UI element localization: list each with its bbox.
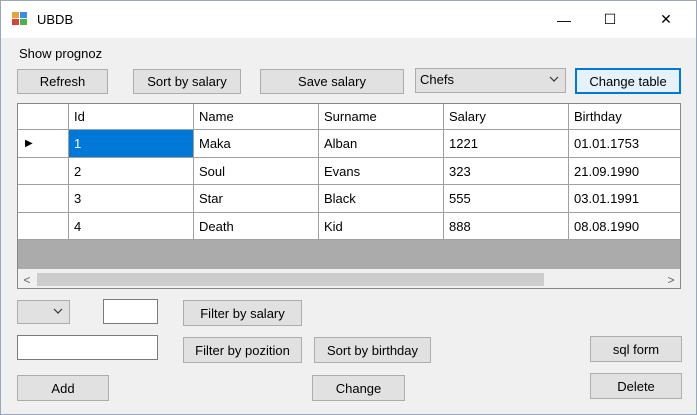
change-table-button[interactable]: Change table: [575, 68, 681, 94]
grid-corner-header: [18, 104, 69, 130]
row-header-2[interactable]: [18, 158, 69, 185]
cell-name[interactable]: Soul: [194, 158, 319, 185]
cell-id[interactable]: 2: [69, 158, 194, 185]
salary-filter-input[interactable]: [103, 299, 158, 324]
cell-name[interactable]: Death: [194, 213, 319, 240]
sql-form-button[interactable]: sql form: [590, 336, 682, 362]
cell-name[interactable]: Maka: [194, 130, 319, 158]
current-row-icon: ▶: [25, 138, 33, 149]
maximize-button[interactable]: ☐: [587, 1, 633, 38]
title-bar[interactable]: UBDB — ☐ ✕: [1, 1, 696, 38]
cell-surname[interactable]: Alban: [319, 130, 444, 158]
change-button[interactable]: Change: [312, 375, 405, 401]
scrollbar-thumb[interactable]: [37, 273, 544, 286]
pozition-filter-input[interactable]: [17, 335, 158, 360]
cell-id[interactable]: 3: [69, 185, 194, 213]
minimize-button[interactable]: —: [541, 1, 587, 38]
sort-by-birthday-button[interactable]: Sort by birthday: [314, 337, 431, 363]
column-header-surname[interactable]: Surname: [319, 104, 444, 130]
row-header-1[interactable]: ▶: [18, 130, 69, 158]
cell-surname[interactable]: Evans: [319, 158, 444, 185]
cell-id[interactable]: 1: [69, 130, 194, 158]
cell-name[interactable]: Star: [194, 185, 319, 213]
app-window: UBDB — ☐ ✕ Show prognoz Refresh Sort by …: [0, 0, 697, 415]
chevron-down-icon: [53, 308, 63, 314]
scroll-left-icon[interactable]: <: [18, 270, 36, 288]
filter-by-pozition-button[interactable]: Filter by pozition: [183, 337, 302, 363]
cell-salary[interactable]: 323: [444, 158, 569, 185]
show-prognoz-label: Show prognoz: [19, 46, 103, 61]
cell-salary[interactable]: 888: [444, 213, 569, 240]
table-select-value: Chefs: [420, 72, 454, 87]
column-header-salary[interactable]: Salary: [444, 104, 569, 130]
cell-birthday[interactable]: 21.09.1990: [569, 158, 680, 185]
scroll-right-icon[interactable]: >: [662, 270, 680, 288]
operator-select[interactable]: [17, 300, 70, 324]
column-header-birthday[interactable]: Birthday: [569, 104, 680, 130]
chevron-down-icon: [549, 76, 559, 82]
refresh-button[interactable]: Refresh: [17, 69, 108, 94]
filter-by-salary-button[interactable]: Filter by salary: [183, 300, 302, 326]
cell-birthday[interactable]: 08.08.1990: [569, 213, 680, 240]
window-title: UBDB: [37, 12, 74, 27]
close-button[interactable]: ✕: [643, 1, 689, 38]
cell-id[interactable]: 4: [69, 213, 194, 240]
data-grid[interactable]: Id Name Surname Salary Birthday ▶ 1 Maka…: [17, 103, 681, 289]
row-header-3[interactable]: [18, 185, 69, 213]
column-header-id[interactable]: Id: [69, 104, 194, 130]
horizontal-scrollbar[interactable]: < >: [18, 269, 680, 288]
row-header-4[interactable]: [18, 213, 69, 240]
save-salary-button[interactable]: Save salary: [260, 69, 404, 94]
table-select[interactable]: Chefs: [415, 68, 566, 93]
add-button[interactable]: Add: [17, 375, 109, 401]
cell-birthday[interactable]: 03.01.1991: [569, 185, 680, 213]
column-header-name[interactable]: Name: [194, 104, 319, 130]
cell-surname[interactable]: Kid: [319, 213, 444, 240]
cell-salary[interactable]: 1221: [444, 130, 569, 158]
cell-birthday[interactable]: 01.01.1753: [569, 130, 680, 158]
delete-button[interactable]: Delete: [590, 373, 682, 399]
sort-by-salary-button[interactable]: Sort by salary: [133, 69, 241, 94]
cell-surname[interactable]: Black: [319, 185, 444, 213]
cell-salary[interactable]: 555: [444, 185, 569, 213]
app-icon: [12, 12, 28, 26]
